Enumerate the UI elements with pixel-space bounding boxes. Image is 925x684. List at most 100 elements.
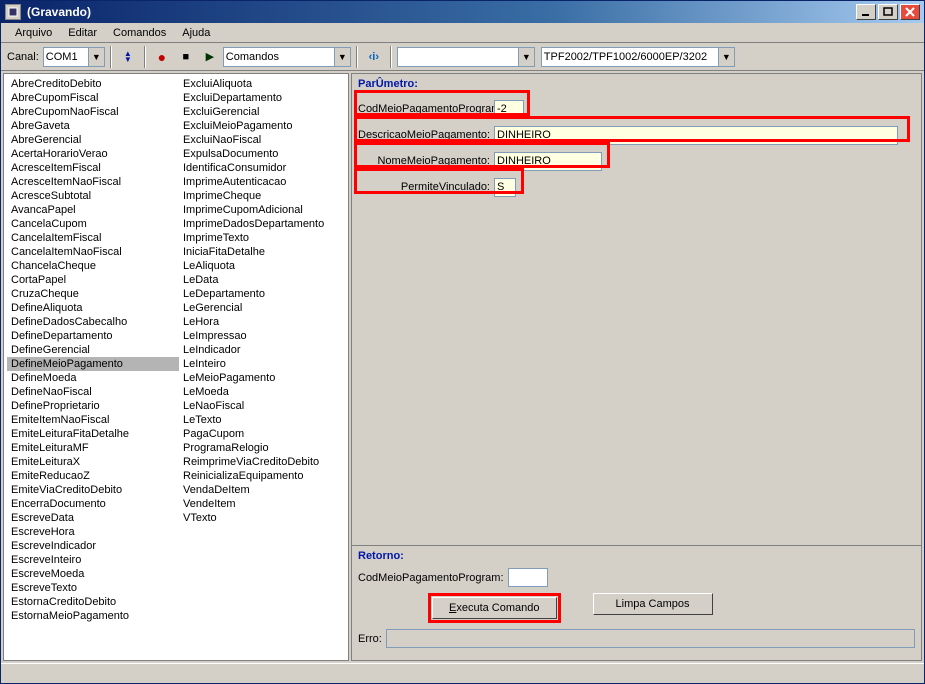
command-item[interactable]: CancelaItemFiscal bbox=[7, 231, 179, 245]
command-item[interactable]: EmiteLeituraX bbox=[7, 455, 179, 469]
command-item[interactable]: CruzaCheque bbox=[7, 287, 179, 301]
canal-value[interactable] bbox=[44, 48, 88, 66]
command-item[interactable]: LeInteiro bbox=[179, 357, 349, 371]
param-input-permite[interactable] bbox=[494, 178, 516, 197]
command-item[interactable]: ExcluiMeioPagamento bbox=[179, 119, 349, 133]
updown-button[interactable]: ▲▼ bbox=[117, 46, 139, 68]
record-button[interactable]: ● bbox=[151, 46, 173, 68]
maximize-button[interactable] bbox=[878, 4, 898, 20]
close-button[interactable] bbox=[900, 4, 920, 20]
command-item[interactable]: DefineMoeda bbox=[7, 371, 179, 385]
command-item[interactable]: LeDepartamento bbox=[179, 287, 349, 301]
command-item[interactable]: AbreCupomFiscal bbox=[7, 91, 179, 105]
dropdown-icon[interactable]: ▼ bbox=[88, 48, 104, 66]
command-item[interactable]: AcresceItemNaoFiscal bbox=[7, 175, 179, 189]
command-item[interactable]: ChancelaCheque bbox=[7, 259, 179, 273]
command-item[interactable]: EscreveInteiro bbox=[7, 553, 179, 567]
command-item[interactable]: LeNaoFiscal bbox=[179, 399, 349, 413]
command-item[interactable]: IdentificaConsumidor bbox=[179, 161, 349, 175]
command-item[interactable]: EscreveMoeda bbox=[7, 567, 179, 581]
command-item[interactable]: ExcluiGerencial bbox=[179, 105, 349, 119]
minimize-button[interactable] bbox=[856, 4, 876, 20]
command-item[interactable]: DefineGerencial bbox=[7, 343, 179, 357]
command-item[interactable]: AvancaPapel bbox=[7, 203, 179, 217]
command-item[interactable]: ImprimeCheque bbox=[179, 189, 349, 203]
command-item[interactable]: AcresceItemFiscal bbox=[7, 161, 179, 175]
executa-comando-button[interactable]: Executa Comando bbox=[432, 597, 557, 619]
command-item[interactable]: AbreGerencial bbox=[7, 133, 179, 147]
command-item[interactable]: LeTexto bbox=[179, 413, 349, 427]
dropdown-icon[interactable]: ▼ bbox=[718, 48, 734, 66]
command-item[interactable]: ExcluiAliquota bbox=[179, 77, 349, 91]
param-input-nome[interactable] bbox=[494, 152, 602, 171]
command-item[interactable]: ExcluiNaoFiscal bbox=[179, 133, 349, 147]
command-item[interactable]: ProgramaRelogio bbox=[179, 441, 349, 455]
command-list[interactable]: AbreCreditoDebitoAbreCupomFiscalAbreCupo… bbox=[3, 73, 349, 661]
param-input-cod[interactable] bbox=[494, 100, 524, 119]
command-item[interactable]: PagaCupom bbox=[179, 427, 349, 441]
menu-arquivo[interactable]: Arquivo bbox=[7, 25, 60, 41]
command-item[interactable]: ImprimeTexto bbox=[179, 231, 349, 245]
command-item[interactable]: EscreveHora bbox=[7, 525, 179, 539]
dropdown-icon[interactable]: ▼ bbox=[518, 48, 534, 66]
command-item[interactable]: AcresceSubtotal bbox=[7, 189, 179, 203]
command-item[interactable]: ExcluiDepartamento bbox=[179, 91, 349, 105]
command-item[interactable]: ExpulsaDocumento bbox=[179, 147, 349, 161]
stop-button[interactable]: ■ bbox=[175, 46, 197, 68]
command-item[interactable]: AbreCreditoDebito bbox=[7, 77, 179, 91]
command-item[interactable]: LeImpressao bbox=[179, 329, 349, 343]
command-item[interactable]: ReinicializaEquipamento bbox=[179, 469, 349, 483]
command-item[interactable]: AbreCupomNaoFiscal bbox=[7, 105, 179, 119]
command-item[interactable]: DefineAliquota bbox=[7, 301, 179, 315]
command-item[interactable]: EstornaCreditoDebito bbox=[7, 595, 179, 609]
command-item[interactable]: IniciaFitaDetalhe bbox=[179, 245, 349, 259]
command-item[interactable]: EscreveData bbox=[7, 511, 179, 525]
comandos-combo[interactable]: ▼ bbox=[223, 47, 351, 67]
command-item[interactable]: EmiteLeituraFitaDetalhe bbox=[7, 427, 179, 441]
erro-input[interactable] bbox=[386, 629, 915, 648]
command-item[interactable]: VendeItem bbox=[179, 497, 349, 511]
play-button[interactable]: ▶ bbox=[199, 46, 221, 68]
info-button[interactable]: ‹i› bbox=[363, 46, 385, 68]
command-item[interactable]: DefineMeioPagamento bbox=[7, 357, 179, 371]
command-item[interactable]: EscreveTexto bbox=[7, 581, 179, 595]
tpf-value[interactable] bbox=[542, 48, 718, 66]
command-item[interactable]: ImprimeDadosDepartamento bbox=[179, 217, 349, 231]
command-item[interactable]: DefineNaoFiscal bbox=[7, 385, 179, 399]
command-item[interactable]: EscreveIndicador bbox=[7, 539, 179, 553]
command-item[interactable]: LeData bbox=[179, 273, 349, 287]
command-item[interactable]: LeAliquota bbox=[179, 259, 349, 273]
command-item[interactable]: DefineDadosCabecalho bbox=[7, 315, 179, 329]
retorno-input-cod[interactable] bbox=[508, 568, 548, 587]
menu-ajuda[interactable]: Ajuda bbox=[174, 25, 218, 41]
command-item[interactable]: LeIndicador bbox=[179, 343, 349, 357]
command-item[interactable]: EmiteViaCreditoDebito bbox=[7, 483, 179, 497]
blank-value[interactable] bbox=[398, 48, 518, 66]
command-item[interactable]: LeGerencial bbox=[179, 301, 349, 315]
command-item[interactable]: CancelaCupom bbox=[7, 217, 179, 231]
command-item[interactable]: LeMoeda bbox=[179, 385, 349, 399]
command-item[interactable]: LeMeioPagamento bbox=[179, 371, 349, 385]
command-item[interactable]: ImprimeAutenticacao bbox=[179, 175, 349, 189]
command-item[interactable]: EmiteItemNaoFiscal bbox=[7, 413, 179, 427]
command-item[interactable]: AcertaHorarioVerao bbox=[7, 147, 179, 161]
tpf-combo[interactable]: ▼ bbox=[541, 47, 735, 67]
command-item[interactable]: EncerraDocumento bbox=[7, 497, 179, 511]
command-item[interactable]: ReimprimeViaCreditoDebito bbox=[179, 455, 349, 469]
command-item[interactable]: EmiteLeituraMF bbox=[7, 441, 179, 455]
command-item[interactable]: ImprimeCupomAdicional bbox=[179, 203, 349, 217]
command-item[interactable]: CortaPapel bbox=[7, 273, 179, 287]
command-item[interactable]: CancelaItemNaoFiscal bbox=[7, 245, 179, 259]
param-input-descricao[interactable] bbox=[494, 126, 898, 145]
command-item[interactable]: VendaDeItem bbox=[179, 483, 349, 497]
command-item[interactable]: DefineProprietario bbox=[7, 399, 179, 413]
command-item[interactable]: AbreGaveta bbox=[7, 119, 179, 133]
limpa-campos-button[interactable]: Limpa Campos bbox=[593, 593, 713, 615]
canal-combo[interactable]: ▼ bbox=[43, 47, 105, 67]
menu-editar[interactable]: Editar bbox=[60, 25, 105, 41]
command-item[interactable]: LeHora bbox=[179, 315, 349, 329]
command-item[interactable]: DefineDepartamento bbox=[7, 329, 179, 343]
blank-combo[interactable]: ▼ bbox=[397, 47, 535, 67]
dropdown-icon[interactable]: ▼ bbox=[334, 48, 350, 66]
comandos-value[interactable] bbox=[224, 48, 334, 66]
